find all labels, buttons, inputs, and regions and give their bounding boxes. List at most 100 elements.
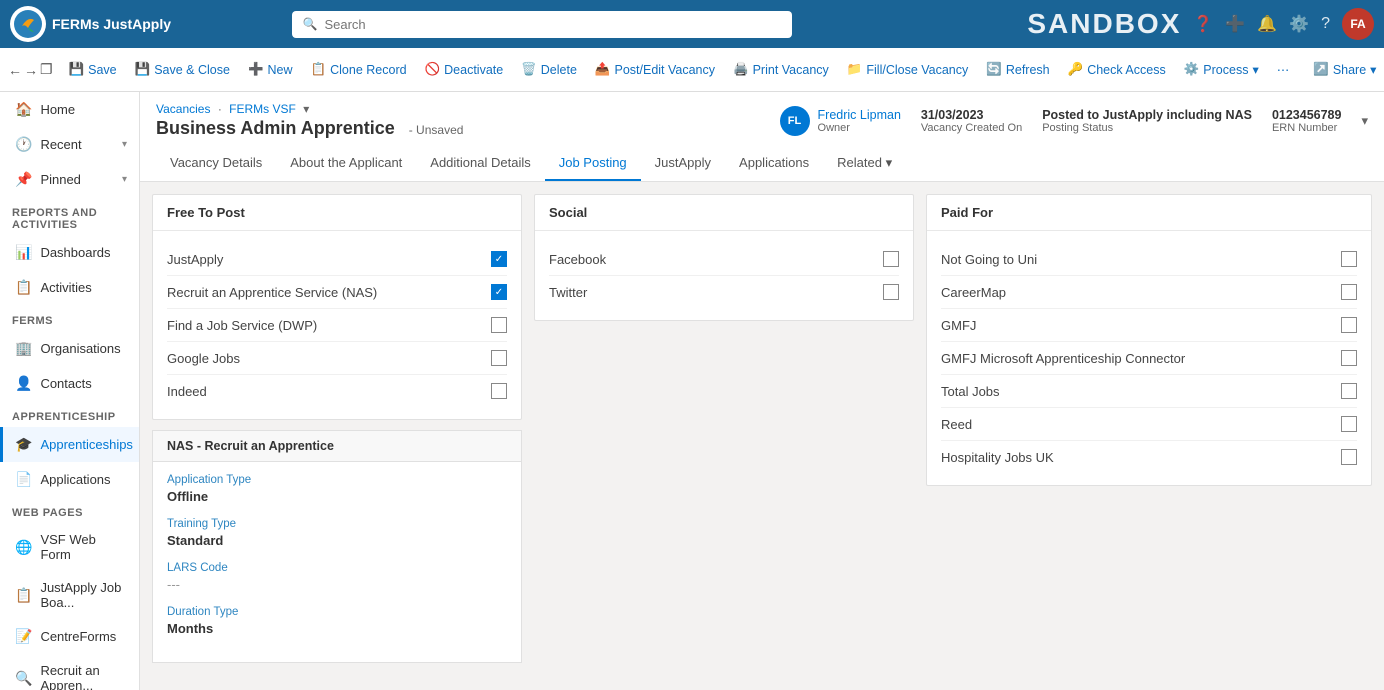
question-icon[interactable]: ? bbox=[1321, 15, 1330, 33]
pf-gmfj-microsoft-label: GMFJ Microsoft Apprenticeship Connector bbox=[941, 351, 1341, 366]
sidebar-item-applications[interactable]: 📄 Applications bbox=[0, 462, 139, 497]
save-button[interactable]: 💾 Save bbox=[61, 58, 125, 81]
tab-justapply[interactable]: JustApply bbox=[641, 147, 725, 181]
record-title: Business Admin Apprentice bbox=[156, 118, 395, 139]
pf-total-jobs-checkbox[interactable] bbox=[1341, 383, 1357, 399]
posting-status-value: Posted to JustApply including NAS bbox=[1042, 108, 1252, 122]
tab-job-posting[interactable]: Job Posting bbox=[545, 147, 641, 181]
sidebar-item-vsf-web-form[interactable]: 🌐 VSF Web Form bbox=[0, 523, 139, 571]
tab-additional-details[interactable]: Additional Details bbox=[416, 147, 544, 181]
record-meta: FL Fredric Lipman Owner 31/03/2023 Vacan… bbox=[780, 106, 1368, 136]
help-icon[interactable]: ❓ bbox=[1193, 14, 1213, 34]
tab-applications[interactable]: Applications bbox=[725, 147, 823, 181]
tab-related[interactable]: Related ▾ bbox=[823, 147, 906, 181]
reports-activities-section: Reports and Activities bbox=[0, 197, 139, 235]
pf-careermap-label: CareerMap bbox=[941, 285, 1341, 300]
social-twitter-checkbox[interactable] bbox=[883, 284, 899, 300]
ftp-dwp-checkbox[interactable] bbox=[491, 317, 507, 333]
sidebar-item-home-label: Home bbox=[40, 102, 75, 117]
sidebar-item-dashboards-label: Dashboards bbox=[40, 245, 110, 260]
ern-value: 0123456789 bbox=[1272, 108, 1342, 122]
ftp-nas-label: Recruit an Apprentice Service (NAS) bbox=[167, 285, 491, 300]
pf-not-going-to-uni-checkbox[interactable] bbox=[1341, 251, 1357, 267]
posting-status-label: Posting Status bbox=[1042, 122, 1252, 134]
ftp-justapply-checkbox[interactable] bbox=[491, 251, 507, 267]
sidebar-item-recent[interactable]: 🕐 Recent ▾ bbox=[0, 127, 139, 162]
share-chevron-icon: ▾ bbox=[1370, 62, 1376, 77]
env-label: SANDBOX bbox=[1027, 8, 1181, 40]
refresh-button[interactable]: 🔄 Refresh bbox=[978, 58, 1057, 81]
tab-about-applicant[interactable]: About the Applicant bbox=[276, 147, 416, 181]
forward-button[interactable]: → bbox=[24, 56, 38, 84]
user-avatar[interactable]: FA bbox=[1342, 8, 1374, 40]
sidebar: 🏠 Home 🕐 Recent ▾ 📌 Pinned ▾ Reports and… bbox=[0, 92, 140, 690]
breadcrumb-vsf[interactable]: FERMs VSF bbox=[229, 102, 296, 116]
pf-hospitality-jobs-checkbox[interactable] bbox=[1341, 449, 1357, 465]
pf-reed-checkbox[interactable] bbox=[1341, 416, 1357, 432]
ftp-indeed-checkbox[interactable] bbox=[491, 383, 507, 399]
bell-icon[interactable]: 🔔 bbox=[1257, 14, 1277, 34]
pf-careermap-checkbox[interactable] bbox=[1341, 284, 1357, 300]
sidebar-item-centreforms-label: CentreForms bbox=[40, 629, 116, 644]
clone-button[interactable]: 📋 Clone Record bbox=[303, 58, 415, 81]
process-button[interactable]: ⚙️ Process ▾ bbox=[1176, 58, 1267, 81]
pf-hospitality-jobs-label: Hospitality Jobs UK bbox=[941, 450, 1341, 465]
share-button[interactable]: ↗️ Share ▾ bbox=[1305, 58, 1384, 81]
pf-gmfj-row: GMFJ bbox=[941, 309, 1357, 342]
activities-icon: 📋 bbox=[15, 279, 32, 296]
back-button[interactable]: ← bbox=[8, 56, 22, 84]
sidebar-item-organisations[interactable]: 🏢 Organisations bbox=[0, 331, 139, 366]
free-to-post-panel: Free To Post JustApply Recruit an Appren… bbox=[152, 194, 522, 420]
meta-chevron-icon[interactable]: ▾ bbox=[1361, 113, 1368, 129]
new-button[interactable]: ➕ New bbox=[240, 58, 301, 81]
sidebar-item-justapply-job-board[interactable]: 📋 JustApply Job Boa... bbox=[0, 571, 139, 619]
ern-meta: 0123456789 ERN Number bbox=[1272, 108, 1342, 134]
sidebar-item-apprenticeships[interactable]: 🎓 Apprenticeships bbox=[0, 427, 139, 462]
pf-gmfj-microsoft-checkbox[interactable] bbox=[1341, 350, 1357, 366]
more-button[interactable]: ⋯ bbox=[1269, 58, 1298, 81]
social-facebook-label: Facebook bbox=[549, 252, 883, 267]
breadcrumb: Vacancies · FERMs VSF ▾ bbox=[156, 102, 463, 116]
post-edit-button[interactable]: 📤 Post/Edit Vacancy bbox=[587, 58, 723, 81]
top-navigation: FERMs JustApply 🔍 SANDBOX ❓ ➕ 🔔 ⚙️ ? FA bbox=[0, 0, 1384, 48]
app-logo[interactable]: FERMs JustApply bbox=[10, 6, 171, 42]
delete-button[interactable]: 🗑️ Delete bbox=[513, 58, 585, 81]
sidebar-item-activities[interactable]: 📋 Activities bbox=[0, 270, 139, 305]
tab-vacancy-details[interactable]: Vacancy Details bbox=[156, 147, 276, 181]
centreforms-icon: 📝 bbox=[15, 628, 32, 645]
search-icon: 🔍 bbox=[302, 17, 317, 31]
sidebar-item-pinned[interactable]: 📌 Pinned ▾ bbox=[0, 162, 139, 197]
sidebar-item-organisations-label: Organisations bbox=[40, 341, 120, 356]
chevron-down-icon: ▾ bbox=[122, 139, 127, 150]
sidebar-item-recruit-appren[interactable]: 🔍 Recruit an Appren... bbox=[0, 654, 139, 690]
left-column: Free To Post JustApply Recruit an Appren… bbox=[152, 194, 522, 663]
popup-button[interactable]: ❐ bbox=[40, 56, 53, 84]
pf-gmfj-checkbox[interactable] bbox=[1341, 317, 1357, 333]
ftp-nas-checkbox[interactable] bbox=[491, 284, 507, 300]
print-button[interactable]: 🖨️ Print Vacancy bbox=[725, 58, 837, 81]
breadcrumb-vacancies[interactable]: Vacancies bbox=[156, 102, 210, 116]
application-type-value: Offline bbox=[167, 489, 507, 504]
sidebar-item-home[interactable]: 🏠 Home bbox=[0, 92, 139, 127]
sidebar-item-dashboards[interactable]: 📊 Dashboards bbox=[0, 235, 139, 270]
recruit-appren-icon: 🔍 bbox=[15, 670, 32, 687]
social-facebook-checkbox[interactable] bbox=[883, 251, 899, 267]
justapply-board-icon: 📋 bbox=[15, 587, 32, 604]
apprenticeships-icon: 🎓 bbox=[15, 436, 32, 453]
paid-for-body: Not Going to Uni CareerMap GMFJ GMF bbox=[927, 231, 1371, 485]
ftp-dwp-label: Find a Job Service (DWP) bbox=[167, 318, 491, 333]
sidebar-item-contacts[interactable]: 👤 Contacts bbox=[0, 366, 139, 401]
plus-icon[interactable]: ➕ bbox=[1225, 14, 1245, 34]
save-close-button[interactable]: 💾 Save & Close bbox=[127, 58, 238, 81]
search-input[interactable] bbox=[292, 11, 792, 38]
vsf-web-form-icon: 🌐 bbox=[15, 539, 32, 556]
fill-close-button[interactable]: 📁 Fill/Close Vacancy bbox=[839, 58, 976, 81]
search-container: 🔍 bbox=[292, 11, 792, 38]
sidebar-item-centreforms[interactable]: 📝 CentreForms bbox=[0, 619, 139, 654]
ftp-google-checkbox[interactable] bbox=[491, 350, 507, 366]
free-to-post-body: JustApply Recruit an Apprentice Service … bbox=[153, 231, 521, 419]
pf-total-jobs-row: Total Jobs bbox=[941, 375, 1357, 408]
check-access-button[interactable]: 🔑 Check Access bbox=[1060, 58, 1174, 81]
deactivate-button[interactable]: 🚫 Deactivate bbox=[417, 58, 512, 81]
gear-icon[interactable]: ⚙️ bbox=[1289, 14, 1309, 34]
